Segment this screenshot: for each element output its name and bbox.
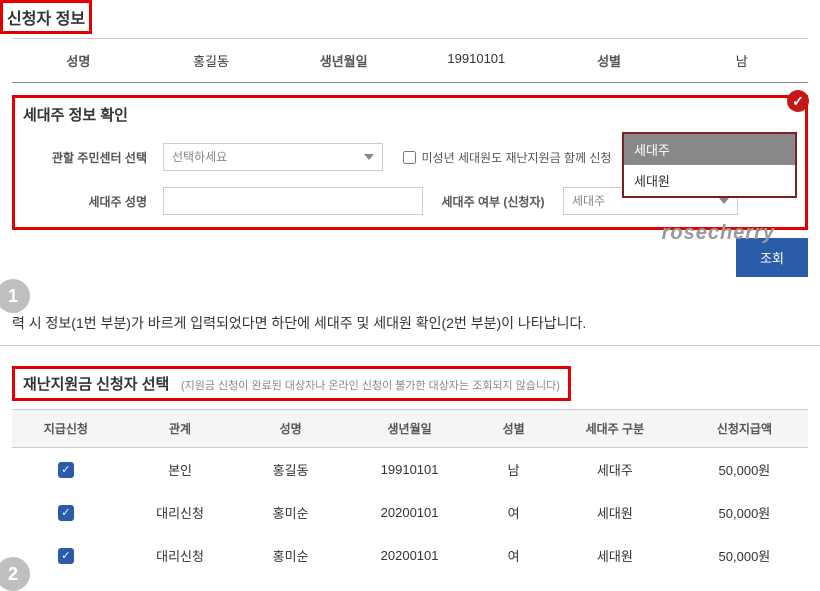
row-dob: 20200101 xyxy=(341,534,478,577)
row-name: 홍미순 xyxy=(240,491,341,534)
dob-label: 생년월일 xyxy=(277,51,410,70)
row-amount: 50,000원 xyxy=(681,534,808,577)
dropdown-option-head[interactable]: 세대주 xyxy=(624,134,795,165)
table-row: ✓ 본인홍길동19910101남세대주50,000원 xyxy=(12,448,808,492)
row-name: 홍미순 xyxy=(240,534,341,577)
submit-button[interactable]: 조회 xyxy=(736,238,808,277)
row-gender: 남 xyxy=(478,448,549,492)
selection-table: 지급신청 관계 성명 생년월일 성별 세대주 구분 신청지급액 ✓ 본인홍길동19… xyxy=(12,409,808,577)
gender-value: 남 xyxy=(675,51,808,70)
row-amount: 50,000원 xyxy=(681,448,808,492)
description-text: 력 시 정보(1번 부분)가 바르게 입력되었다면 하단에 세대주 및 세대원 … xyxy=(0,301,820,346)
householder-name-input[interactable] xyxy=(163,187,423,215)
minor-checkbox-label: 미성년 세대원도 재난지원금 함께 신청 xyxy=(422,149,612,166)
check-badge-icon: ✓ xyxy=(787,90,809,112)
center-select[interactable]: 선택하세요 xyxy=(163,143,383,171)
dob-value: 19910101 xyxy=(410,51,543,70)
table-row: ✓ 대리신청홍미순20200101여세대원50,000원 xyxy=(12,491,808,534)
name-label: 성명 xyxy=(12,51,145,70)
table-row: ✓ 대리신청홍미순20200101여세대원50,000원 xyxy=(12,534,808,577)
center-label: 관할 주민센터 선택 xyxy=(23,149,163,166)
col-dob: 생년월일 xyxy=(341,410,478,448)
row-checkbox[interactable]: ✓ xyxy=(58,548,74,564)
row-relation: 대리신청 xyxy=(120,534,241,577)
selection-title: 재난지원금 신청자 선택 xyxy=(23,376,169,393)
col-gender: 성별 xyxy=(478,410,549,448)
row-checkbox[interactable]: ✓ xyxy=(58,505,74,521)
householder-type-dropdown[interactable]: 세대주 세대원 xyxy=(622,132,797,198)
row-gender: 여 xyxy=(478,491,549,534)
col-type: 세대주 구분 xyxy=(549,410,681,448)
minor-checkbox[interactable] xyxy=(403,151,416,164)
col-apply: 지급신청 xyxy=(12,410,120,448)
applicant-title: 신청자 정보 xyxy=(7,11,85,28)
selection-note: (지원금 신청이 완료된 대상자나 온라인 신청이 불가한 대상자는 조회되지 … xyxy=(181,380,560,392)
row-relation: 대리신청 xyxy=(120,491,241,534)
householder-title: 세대주 정보 확인 xyxy=(23,104,797,125)
householder-name-label: 세대주 성명 xyxy=(23,193,163,210)
row-type: 세대주 xyxy=(549,448,681,492)
col-relation: 관계 xyxy=(120,410,241,448)
row-type: 세대원 xyxy=(549,534,681,577)
applicant-info-row: 성명 홍길동 생년월일 19910101 성별 남 xyxy=(12,38,808,83)
name-value: 홍길동 xyxy=(145,51,278,70)
row-dob: 19910101 xyxy=(341,448,478,492)
row-checkbox[interactable]: ✓ xyxy=(58,462,74,478)
minor-checkbox-wrap[interactable]: 미성년 세대원도 재난지원금 함께 신청 xyxy=(403,149,623,166)
col-amount: 신청지급액 xyxy=(681,410,808,448)
row-name: 홍길동 xyxy=(240,448,341,492)
row-relation: 본인 xyxy=(120,448,241,492)
gender-label: 성별 xyxy=(543,51,676,70)
dropdown-option-member[interactable]: 세대원 xyxy=(624,165,795,196)
row-dob: 20200101 xyxy=(341,491,478,534)
row-type: 세대원 xyxy=(549,491,681,534)
row-gender: 여 xyxy=(478,534,549,577)
col-name: 성명 xyxy=(240,410,341,448)
step-2-badge: 2 xyxy=(0,557,30,591)
householder-type-label: 세대주 여부 (신청자) xyxy=(423,193,563,210)
row-amount: 50,000원 xyxy=(681,491,808,534)
